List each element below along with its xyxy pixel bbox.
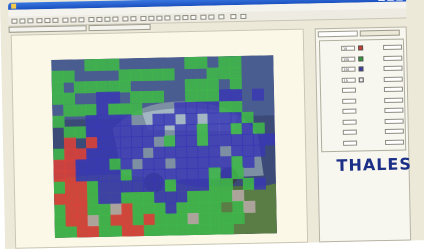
parameter-value-field[interactable]: 10 xyxy=(341,77,356,83)
app-icon xyxy=(11,3,17,9)
class-color-swatch[interactable] xyxy=(358,66,364,72)
parameter-row xyxy=(324,128,405,136)
parameter-secondary-field[interactable] xyxy=(383,65,403,71)
parameter-secondary-field[interactable] xyxy=(384,97,404,103)
parameter-secondary-field[interactable] xyxy=(384,128,404,134)
tab-statistics[interactable] xyxy=(359,29,400,37)
classified-image[interactable] xyxy=(51,55,277,238)
parameter-value-field[interactable] xyxy=(341,87,357,93)
toolbar-button[interactable] xyxy=(156,15,163,21)
toolbar-button[interactable] xyxy=(190,14,197,21)
parameter-value-field[interactable]: 150 xyxy=(341,56,356,62)
toolbar-button[interactable] xyxy=(240,13,247,19)
classification-overlay xyxy=(51,55,277,238)
parameter-value-field[interactable] xyxy=(343,140,358,146)
parameter-row: 150 xyxy=(322,65,403,73)
toolbar-button[interactable] xyxy=(200,14,207,20)
toolbar-button[interactable] xyxy=(27,18,34,24)
toolbar-button[interactable] xyxy=(182,15,189,21)
properties-panel: 10 150 150 10 THALES xyxy=(314,26,413,243)
parameter-value-field[interactable] xyxy=(342,108,357,114)
classified-cell xyxy=(253,177,266,191)
parameter-row: 10 xyxy=(322,44,403,52)
parameter-row xyxy=(323,97,404,104)
parameter-value-field[interactable]: 150 xyxy=(341,66,356,72)
toolbar-button[interactable] xyxy=(130,16,137,22)
parameter-row xyxy=(323,86,404,94)
parameter-value-field[interactable] xyxy=(342,119,357,125)
classified-cell xyxy=(162,68,175,81)
parameter-value-field[interactable]: 10 xyxy=(341,45,356,51)
toolbar-button[interactable] xyxy=(122,16,129,22)
toolbar-button[interactable] xyxy=(164,15,171,21)
toolbar-button[interactable] xyxy=(52,17,59,23)
minimize-button[interactable] xyxy=(378,0,386,2)
toolbar-button[interactable] xyxy=(11,18,18,24)
classified-cell xyxy=(251,88,264,102)
classified-cell xyxy=(242,200,256,213)
classified-cell xyxy=(263,133,276,146)
toolbar-button[interactable] xyxy=(218,14,225,20)
classified-cell xyxy=(129,102,143,115)
parameter-secondary-field[interactable] xyxy=(383,86,404,92)
parameter-row xyxy=(323,107,404,115)
class-color-swatch[interactable] xyxy=(358,45,364,51)
toolbar-button[interactable] xyxy=(148,15,155,21)
tab-parameters[interactable] xyxy=(317,30,358,38)
parameter-secondary-field[interactable] xyxy=(383,44,403,50)
tab-image[interactable] xyxy=(8,25,87,33)
parameter-row xyxy=(324,139,405,146)
parameter-row xyxy=(324,118,405,125)
classified-cell xyxy=(221,223,234,236)
toolbar-button[interactable] xyxy=(19,18,26,24)
classified-cell xyxy=(232,211,245,224)
application-window: File Edit Analysis Display Tools Help xyxy=(0,0,424,249)
toolbar-button[interactable] xyxy=(44,17,51,24)
parameter-secondary-field[interactable] xyxy=(385,139,405,145)
toolbar-button[interactable] xyxy=(88,17,95,23)
parameter-secondary-field[interactable] xyxy=(384,118,404,124)
properties-tabs xyxy=(317,29,404,38)
parameter-value-field[interactable] xyxy=(342,129,357,135)
toolbar-button[interactable] xyxy=(78,17,85,23)
parameter-row: 150 xyxy=(322,55,403,62)
toolbar-button[interactable] xyxy=(112,16,119,22)
parameter-secondary-field[interactable] xyxy=(384,107,404,113)
toolbar-button[interactable] xyxy=(96,16,103,22)
parameter-value-field[interactable] xyxy=(342,98,357,104)
toolbar-button[interactable] xyxy=(230,14,237,20)
parameter-secondary-field[interactable] xyxy=(383,55,403,61)
toolbar-button[interactable] xyxy=(104,16,111,22)
toolbar-button[interactable] xyxy=(62,17,69,23)
parameters-group: 10 150 150 10 xyxy=(318,38,407,153)
toolbar-button[interactable] xyxy=(36,18,43,24)
classified-cell xyxy=(151,90,165,104)
toolbar-button[interactable] xyxy=(174,15,181,21)
parameter-rows: 10 150 150 10 xyxy=(320,40,405,146)
parameter-secondary-field[interactable] xyxy=(383,76,403,82)
class-color-swatch[interactable] xyxy=(358,55,364,62)
classified-cell xyxy=(242,155,255,169)
parameter-row: 10 xyxy=(323,76,404,83)
class-color-swatch[interactable] xyxy=(358,76,364,83)
thales-logo: THALES xyxy=(336,154,413,175)
toolbar-button[interactable] xyxy=(70,17,77,23)
toolbar-button[interactable] xyxy=(140,15,147,22)
toolbar-button[interactable] xyxy=(208,14,215,20)
tab-classification[interactable] xyxy=(88,23,151,32)
classified-cell xyxy=(252,144,266,157)
